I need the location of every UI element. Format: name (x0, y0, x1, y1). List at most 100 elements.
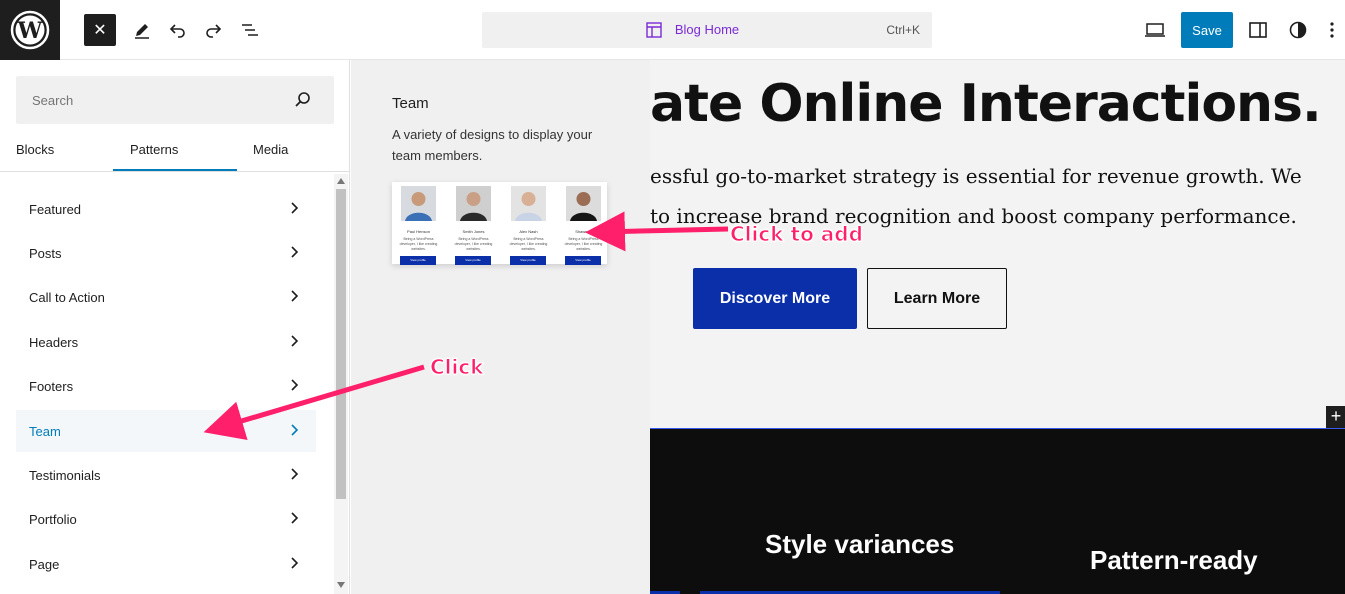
member-name: Smith Jones (462, 229, 485, 234)
pattern-category-title: Team (392, 95, 429, 112)
member-name: Paul Henson (407, 229, 430, 234)
chevron-right-icon (291, 557, 299, 569)
chevron-right-icon (291, 512, 299, 524)
category-label: Page (29, 557, 60, 572)
member-name: Alex Nash (519, 229, 538, 234)
active-tab-indicator (113, 169, 237, 171)
block-inserter-panel: Search Blocks Patterns Media Featured Po… (0, 60, 350, 594)
team-member-card: Shawn Li Being a WordPress developer, I … (561, 186, 606, 265)
category-label: Footers (29, 379, 74, 394)
feature-heading-style-variances[interactable]: Style variances (765, 529, 954, 560)
category-testimonials[interactable]: Testimonials (16, 454, 316, 496)
category-label: Portfolio (29, 512, 77, 527)
inserter-tabs: Blocks Patterns Media (0, 130, 350, 172)
member-photo (401, 186, 436, 221)
chevron-right-icon (291, 468, 299, 480)
learn-more-button[interactable]: Learn More (867, 268, 1007, 329)
features-section[interactable]: Style variances Pattern-ready (650, 428, 1345, 594)
chevron-right-icon (291, 379, 299, 391)
close-inserter-button[interactable]: ✕ (84, 14, 116, 46)
site-editor: W ✕ Blog Home Ctrl+K Save Search Blocks … (0, 0, 1345, 594)
more-vertical-icon (1330, 22, 1334, 38)
search-placeholder: Search (32, 93, 74, 108)
editor-toolbar: W ✕ Blog Home Ctrl+K Save (0, 0, 1345, 60)
undo-button[interactable] (162, 14, 194, 46)
member-photo (566, 186, 601, 221)
annotation-click: Click (430, 355, 485, 380)
member-desc: Being a WordPress developer, I like crea… (399, 237, 438, 251)
category-scrollbar[interactable] (334, 174, 348, 594)
undo-icon (169, 24, 185, 38)
wordpress-icon: W (10, 10, 50, 50)
category-posts[interactable]: Posts (16, 232, 316, 274)
command-palette-bar[interactable]: Blog Home Ctrl+K (482, 12, 932, 48)
styles-button[interactable] (1282, 14, 1314, 46)
member-photo (511, 186, 546, 221)
member-name: Shawn Li (575, 229, 592, 234)
member-desc: Being a WordPress developer, I like crea… (564, 237, 603, 251)
category-page[interactable]: Page (16, 543, 316, 585)
list-view-icon (242, 24, 258, 36)
team-member-card: Smith Jones Being a WordPress developer,… (451, 186, 496, 265)
chevron-right-icon (291, 246, 299, 258)
editor-canvas[interactable]: ate Online Interactions. essful go-to-ma… (650, 60, 1345, 594)
category-label: Headers (29, 335, 79, 350)
chevron-right-icon (291, 290, 299, 302)
discover-more-button[interactable]: Discover More (693, 268, 857, 329)
hero-heading[interactable]: ate Online Interactions. (650, 74, 1322, 134)
category-label: Call to Action (29, 290, 105, 305)
category-call-to-action[interactable]: Call to Action (16, 276, 316, 318)
contrast-icon (1289, 21, 1307, 39)
chevron-right-icon (291, 202, 299, 214)
team-pattern-preview[interactable]: Paul Henson Being a WordPress developer,… (392, 182, 607, 265)
tab-patterns[interactable]: Patterns (130, 142, 178, 157)
category-headers[interactable]: Headers (16, 321, 316, 363)
settings-sidebar-button[interactable] (1242, 14, 1274, 46)
category-label: Featured (29, 202, 82, 217)
tab-media[interactable]: Media (253, 142, 288, 157)
feature-heading-pattern-ready[interactable]: Pattern-ready (1090, 545, 1258, 576)
chevron-right-icon (291, 335, 299, 347)
category-footers[interactable]: Footers (16, 365, 316, 407)
member-desc: Being a WordPress developer, I like crea… (454, 237, 493, 251)
chevron-right-icon (291, 424, 299, 436)
shortcut-hint: Ctrl+K (886, 23, 920, 37)
pattern-category-panel: Team A variety of designs to display you… (351, 60, 650, 594)
member-desc: Being a WordPress developer, I like crea… (509, 237, 548, 251)
preview-device-button[interactable] (1139, 14, 1171, 46)
category-portfolio[interactable]: Portfolio (16, 498, 316, 540)
document-overview-button[interactable] (234, 14, 266, 46)
svg-text:W: W (17, 18, 43, 44)
pattern-category-description: A variety of designs to display your tea… (392, 127, 593, 163)
category-label: Testimonials (29, 468, 101, 483)
close-icon: ✕ (93, 22, 107, 39)
redo-icon (206, 24, 222, 38)
member-photo (456, 186, 491, 221)
category-featured[interactable]: Featured (16, 188, 316, 230)
team-member-card: Alex Nash Being a WordPress developer, I… (506, 186, 551, 265)
member-button: View profile (455, 256, 491, 265)
search-icon (295, 92, 310, 107)
member-button: View profile (510, 256, 546, 265)
team-member-card: Paul Henson Being a WordPress developer,… (396, 186, 441, 265)
annotation-click-to-add: Click to add (730, 222, 864, 247)
options-button[interactable] (1322, 14, 1342, 46)
category-label: Team (29, 424, 61, 439)
hero-paragraph-line-1[interactable]: essful go-to-market strategy is essentia… (650, 164, 1302, 188)
pencil-icon (135, 24, 149, 39)
desktop-icon (1145, 23, 1165, 37)
search-input[interactable]: Search (16, 76, 334, 124)
tools-button[interactable] (126, 14, 158, 46)
scrollbar-thumb[interactable] (336, 189, 346, 499)
category-label: Posts (29, 246, 62, 261)
scroll-down-arrow-icon (337, 582, 345, 588)
member-button: View profile (565, 256, 601, 265)
redo-button[interactable] (197, 14, 229, 46)
scroll-up-arrow-icon (337, 178, 345, 184)
tab-blocks[interactable]: Blocks (16, 142, 54, 157)
save-button[interactable]: Save (1181, 12, 1233, 48)
category-team[interactable]: Team (16, 410, 316, 452)
document-title: Blog Home (674, 22, 740, 37)
wordpress-logo-button[interactable]: W (0, 0, 60, 60)
block-inserter-plus-button[interactable]: + (1326, 406, 1345, 428)
